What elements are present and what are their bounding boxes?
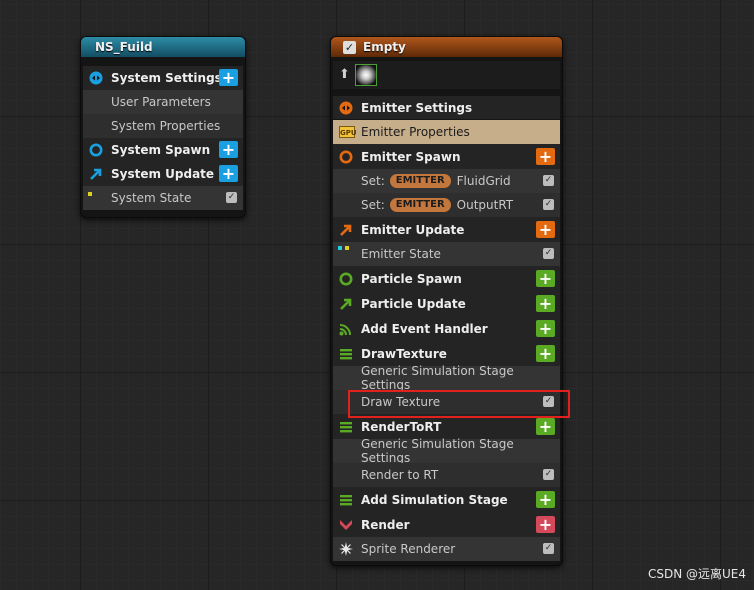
system-update-arrow-icon [90,168,102,180]
emitter-node[interactable]: ✓ Empty ⬆ Emitter Settings GPU Emitter P… [330,36,563,566]
system-settings-icon [89,71,103,85]
set-outputrt-checkbox[interactable]: ✓ [543,199,554,210]
set-fluidgrid-value: FluidGrid [456,174,511,188]
particle-update-label: Particle Update [361,296,466,311]
add-system-update-button[interactable]: + [219,165,238,182]
render-to-rt-module-row[interactable]: Render to RT ✓ [333,463,560,487]
cyan-dot-icon [338,246,342,250]
emitter-update-row[interactable]: Emitter Update + [333,217,560,242]
system-properties-label: System Properties [111,119,221,133]
add-rendertort-module-button[interactable]: + [536,417,555,435]
emitter-properties-label: Emitter Properties [361,125,470,139]
render-to-rt-checkbox[interactable]: ✓ [543,469,554,480]
event-handler-signal-icon [339,323,351,335]
generic-sim-stage-settings-label: Generic Simulation Stage Settings [361,364,514,392]
system-spawn-row[interactable]: System Spawn + [83,138,243,162]
system-state-label: System State [111,191,192,205]
emitter-properties-row[interactable]: GPU Emitter Properties [333,120,560,144]
sprite-burst-icon [339,542,353,556]
emitter-spawn-row[interactable]: Emitter Spawn + [333,144,560,169]
emitter-update-label: Emitter Update [361,222,465,237]
render-label: Render [361,517,410,532]
add-renderer-button[interactable]: + [536,515,555,533]
particle-update-arrow-icon [340,298,352,310]
set-label: Set: [361,198,385,212]
add-event-handler-button[interactable]: + [536,319,555,337]
particle-update-row[interactable]: Particle Update + [333,291,560,316]
system-settings-label: System Settings [111,71,222,85]
sprite-renderer-checkbox[interactable]: ✓ [543,543,554,554]
emitter-settings-label: Emitter Settings [361,100,473,115]
rendertort-stage-label: RenderToRT [361,419,442,434]
emitter-state-row[interactable]: Emitter State ✓ [333,242,560,266]
particle-spawn-icon [339,272,353,285]
render-row[interactable]: Render + [333,512,560,537]
render-to-rt-module-label: Render to RT [361,468,439,482]
system-state-checkbox[interactable]: ✓ [226,192,237,203]
gpu-icon: GPU [339,126,357,138]
generic-sim-stage-settings-row[interactable]: Generic Simulation Stage Settings [333,437,560,465]
simulation-stage-icon [340,421,352,432]
emitter-state-label: Emitter State [361,247,441,261]
simulation-stage-icon [340,494,352,505]
set-label: Set: [361,174,385,188]
emitter-state-checkbox[interactable]: ✓ [543,248,554,259]
add-simulation-stage-button[interactable]: + [536,490,555,508]
drawtexture-stage-row[interactable]: DrawTexture + [333,341,560,366]
emitter-namespace-tag: EMITTER [389,198,451,212]
generic-sim-stage-settings-label: Generic Simulation Stage Settings [361,437,514,465]
render-chevron-icon [340,519,352,530]
emitter-spawn-icon [339,150,353,163]
system-properties-row[interactable]: System Properties [83,114,243,138]
emitter-thumbnail-bar: ⬆ [333,61,560,89]
system-node-title: NS_Fuild [95,40,153,54]
sprite-renderer-label: Sprite Renderer [361,542,456,556]
sprite-renderer-row[interactable]: Sprite Renderer ✓ [333,537,560,561]
emitter-settings-icon [339,101,353,114]
system-spawn-icon [89,143,103,157]
set-outputrt-value: OutputRT [456,198,514,212]
emitter-thumbnail[interactable] [355,64,377,86]
emitter-node-title: Empty [363,40,406,54]
user-parameters-label: User Parameters [111,95,211,109]
system-state-row[interactable]: System State ✓ [83,186,243,210]
draw-texture-highlight-box [348,390,570,418]
add-event-handler-label: Add Event Handler [361,321,488,336]
system-spawn-label: System Spawn [111,143,211,157]
drawtexture-stage-label: DrawTexture [361,346,447,361]
particle-spawn-label: Particle Spawn [361,271,462,286]
emitter-update-arrow-icon [340,224,352,236]
generic-sim-stage-settings-row[interactable]: Generic Simulation Stage Settings [333,364,560,392]
add-system-spawn-button[interactable]: + [219,141,238,158]
add-emitter-update-button[interactable]: + [536,220,555,238]
system-node[interactable]: NS_Fuild System Settings + User Paramete… [80,36,246,218]
user-parameters-row[interactable]: User Parameters [83,90,243,114]
yellow-dot-icon [88,192,92,196]
add-particle-spawn-button[interactable]: + [536,269,555,287]
emitter-enable-checkbox[interactable]: ✓ [343,40,356,54]
emitter-settings-row[interactable]: Emitter Settings [333,96,560,119]
add-emitter-spawn-button[interactable]: + [536,147,555,165]
add-simulation-stage-row[interactable]: Add Simulation Stage + [333,487,560,512]
add-drawtexture-module-button[interactable]: + [536,344,555,362]
add-particle-update-button[interactable]: + [536,294,555,312]
emitter-namespace-tag: EMITTER [389,174,451,188]
add-system-settings-button[interactable]: + [219,69,238,86]
yellow-dot-icon [345,246,349,250]
watermark: CSDN @远离UE4 [647,567,746,581]
emitter-spawn-label: Emitter Spawn [361,149,461,164]
particle-spawn-row[interactable]: Particle Spawn + [333,266,560,291]
simulation-stage-icon [340,348,352,359]
add-event-handler-row[interactable]: Add Event Handler + [333,316,560,341]
set-outputrt-row[interactable]: Set: EMITTER OutputRT ✓ [333,193,560,217]
set-fluidgrid-row[interactable]: Set: EMITTER FluidGrid ✓ [333,169,560,193]
system-update-row[interactable]: System Update + [83,162,243,186]
set-fluidgrid-checkbox[interactable]: ✓ [543,175,554,186]
system-update-label: System Update [111,167,215,181]
system-settings-row[interactable]: System Settings + [83,66,243,90]
add-simulation-stage-label: Add Simulation Stage [361,492,508,507]
system-node-header[interactable]: NS_Fuild [81,37,245,57]
pin-icon[interactable]: ⬆ [339,67,350,83]
emitter-node-header[interactable]: ✓ Empty [331,37,562,57]
